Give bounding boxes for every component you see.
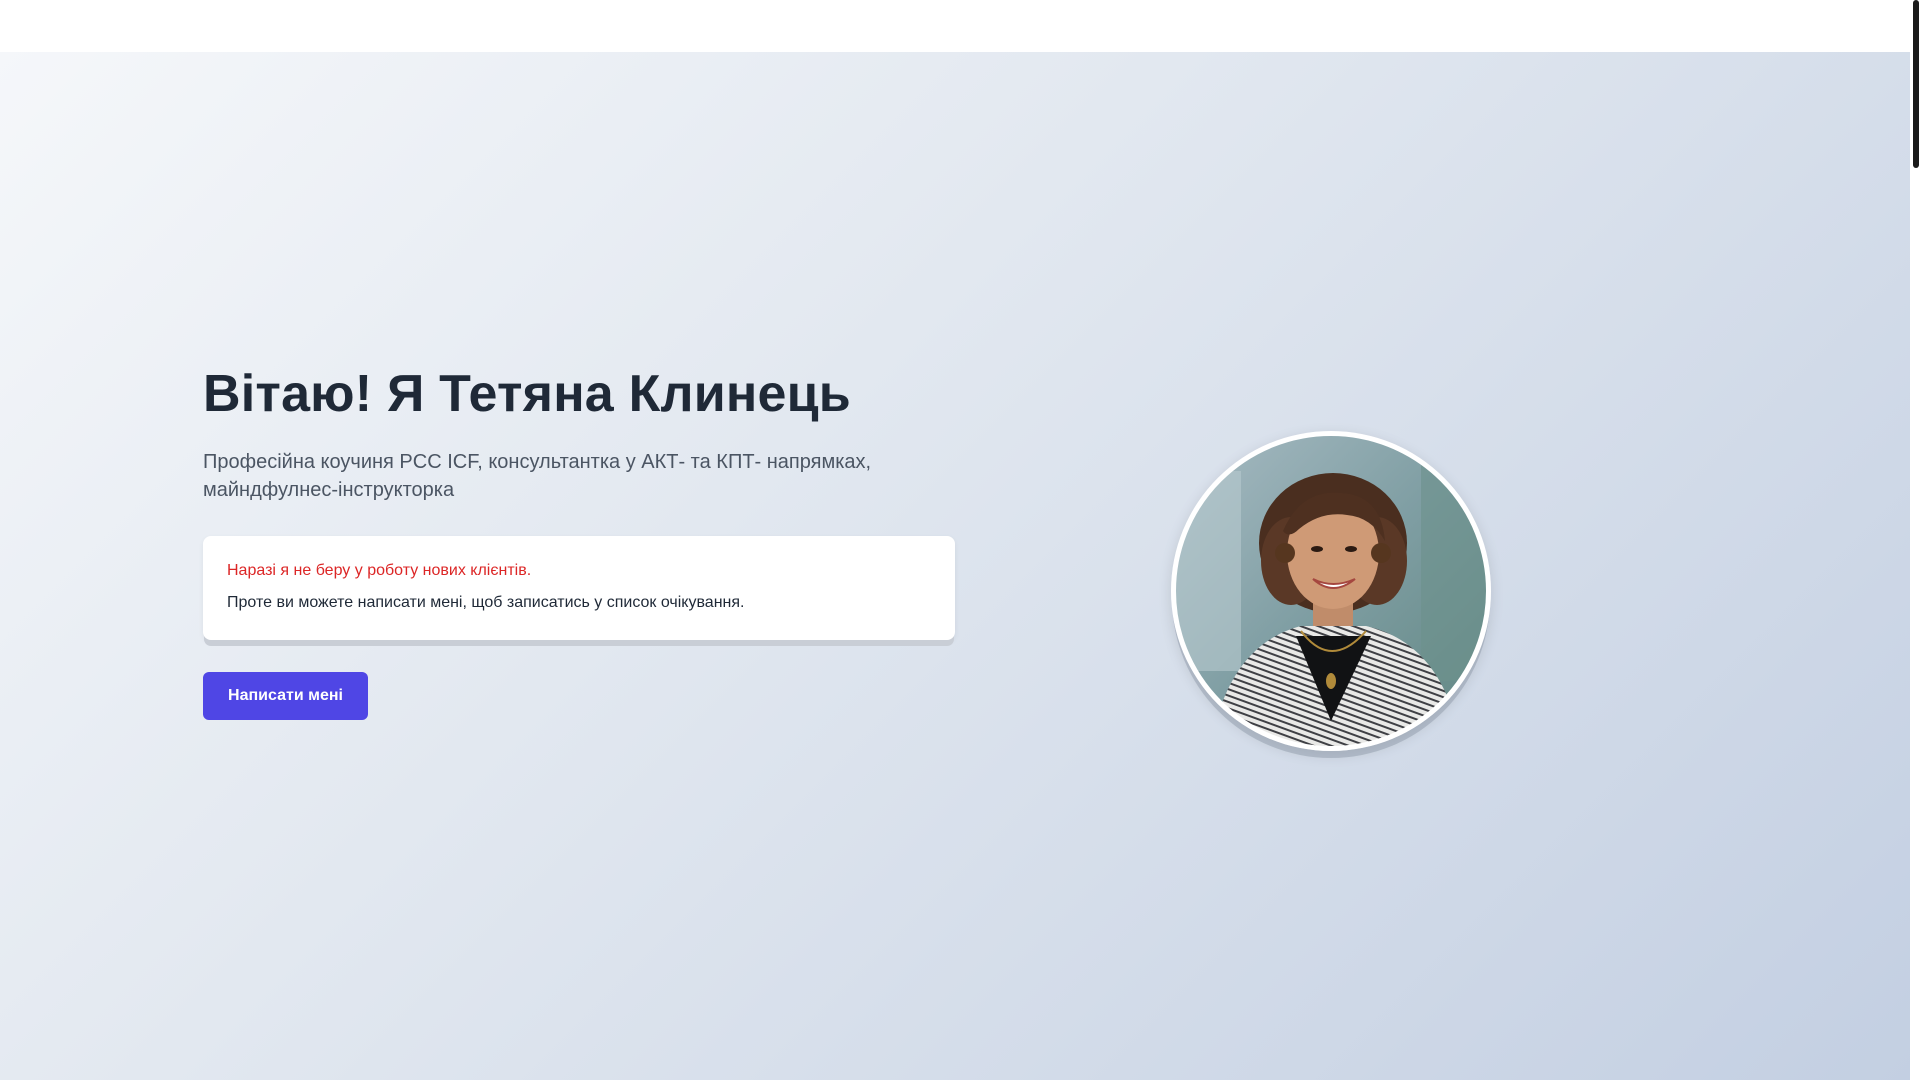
profile-photo [1171,431,1491,751]
page-scrollbar[interactable] [1910,0,1920,1080]
hero-content: Вітаю! Я Тетяна Клинець Професійна коучи… [203,362,993,720]
waitlist-note: Проте ви можете написати мені, щоб запис… [227,594,745,611]
hero-title: Вітаю! Я Тетяна Клинець [203,365,851,423]
availability-warning: Наразі я не беру у роботу нових клієнтів… [227,562,532,579]
availability-notice-card: Наразі я не беру у роботу нових клієнтів… [203,536,955,640]
scrollbar-thumb[interactable] [1913,0,1919,168]
hero-subtitle: Професійна коучиня PCC ICF, консультантк… [203,451,872,501]
top-navigation-bar [0,0,1910,52]
profile-photo-image [1171,431,1491,751]
contact-me-button[interactable]: Написати мені [203,672,368,720]
